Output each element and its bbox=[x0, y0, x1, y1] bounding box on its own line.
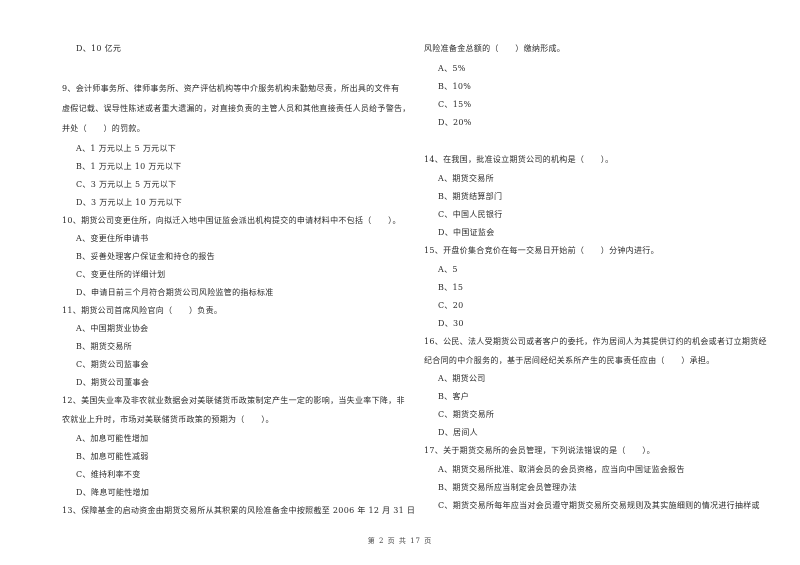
q15-option-d: D、30 bbox=[438, 319, 464, 328]
q13-option-b: B、10% bbox=[438, 82, 472, 91]
q9-option-b: B、1 万元以上 10 万元以下 bbox=[76, 162, 182, 171]
q16-option-a: A、期货公司 bbox=[438, 374, 486, 383]
q14-stem: 14、在我国，批准设立期货公司的机构是（ ）。 bbox=[424, 155, 614, 164]
q13-stem-start: 13、保障基金的启动资金由期货交易所从其积累的风险准备金中按照截至 2006 年… bbox=[62, 506, 416, 515]
q13-option-c: C、15% bbox=[438, 100, 472, 109]
q13-stem-cont: 风险准备金总额的（ ）缴纳形成。 bbox=[424, 44, 566, 53]
q10-option-c: C、变更住所的详细计划 bbox=[76, 270, 166, 279]
q9-option-d: D、3 万元以上 10 万元以下 bbox=[76, 198, 183, 207]
q11-option-a: A、中国期货业协会 bbox=[76, 324, 149, 333]
q11-option-b: B、期货交易所 bbox=[76, 342, 132, 351]
q15-option-b: B、15 bbox=[438, 283, 464, 292]
q12-option-c: C、维持利率不变 bbox=[76, 470, 141, 479]
q15-option-a: A、5 bbox=[438, 265, 458, 274]
q12-option-b: B、加息可能性减弱 bbox=[76, 452, 149, 461]
q9-option-c: C、3 万元以上 5 万元以下 bbox=[76, 180, 177, 189]
q12-option-d: D、降息可能性增加 bbox=[76, 488, 150, 497]
q14-option-c: C、中国人民银行 bbox=[438, 210, 503, 219]
q16-option-c: C、期货交易所 bbox=[438, 410, 495, 419]
q15-stem: 15、开盘价集合竞价在每一交易日开始前（ ）分钟内进行。 bbox=[424, 246, 659, 255]
q9-stem-line-2: 虚假记载、误导性陈述或者重大遗漏的，对直接负责的主管人员和其他直接责任人员给予警… bbox=[62, 104, 411, 113]
q16-option-d: D、居间人 bbox=[438, 428, 478, 437]
q10-option-d: D、申请日前三个月符合期货公司风险监管的指标标准 bbox=[76, 288, 274, 297]
q13-option-d: D、20% bbox=[438, 118, 472, 127]
q17-option-a: A、期货交易所批准、取消会员的会员资格，应当向中国证监会报告 bbox=[438, 465, 685, 474]
q11-option-d: D、期货公司董事会 bbox=[76, 378, 150, 387]
q13-option-a: A、5% bbox=[438, 64, 466, 73]
q10-stem: 10、期货公司变更住所，向拟迁入地中国证监会派出机构提交的申请材料中不包括（ ）… bbox=[62, 216, 401, 225]
q14-option-d: D、中国证监会 bbox=[438, 228, 495, 237]
q16-stem-line-1: 16、公民、法人受期货公司或者客户的委托，作为居间人为其提供订约的机会或者订立期… bbox=[424, 337, 767, 346]
q11-option-c: C、期货公司监事会 bbox=[76, 360, 149, 369]
q9-stem-line-1: 9、会计师事务所、律师事务所、资产评估机构等中介服务机构未勤勉尽责，所出具的文件… bbox=[62, 84, 400, 93]
q17-stem: 17、关于期货交易所的会员管理，下列说法错误的是（ ）。 bbox=[424, 446, 655, 455]
q14-option-a: A、期货交易所 bbox=[438, 174, 494, 183]
q8-option-d: D、10 亿元 bbox=[76, 44, 122, 53]
q16-stem-line-2: 纪合同的中介服务的，基于居间经纪关系所产生的民事责任应由（ ）承担。 bbox=[424, 356, 715, 365]
q11-stem: 11、期货公司首席风险官向（ ）负责。 bbox=[62, 306, 223, 315]
q9-option-a: A、1 万元以上 5 万元以下 bbox=[76, 144, 177, 153]
q12-stem-line-2: 农就业上升时，市场对美联储货币政策的预期为（ ）。 bbox=[62, 415, 274, 424]
q10-option-b: B、妥善处理客户保证金和持仓的报告 bbox=[76, 252, 215, 261]
page-number-footer: 第 2 页 共 17 页 bbox=[367, 537, 433, 545]
q16-option-b: B、客户 bbox=[438, 392, 470, 401]
q9-stem-line-3: 并处（ ）的罚款。 bbox=[62, 124, 145, 133]
q10-option-a: A、变更住所申请书 bbox=[76, 234, 149, 243]
q12-stem-line-1: 12、美国失业率及非农就业数据会对美联储货币政策制定产生一定的影响，当失业率下降… bbox=[62, 396, 405, 405]
q17-option-c: C、期货交易所每年应当对会员遵守期货交易所交易规则及其实施细则的情况进行抽样或 bbox=[438, 501, 760, 510]
q17-option-b: B、期货交易所应当制定会员管理办法 bbox=[438, 483, 577, 492]
q12-option-a: A、加息可能性增加 bbox=[76, 434, 149, 443]
q14-option-b: B、期货结算部门 bbox=[438, 192, 503, 201]
q15-option-c: C、20 bbox=[438, 301, 464, 310]
